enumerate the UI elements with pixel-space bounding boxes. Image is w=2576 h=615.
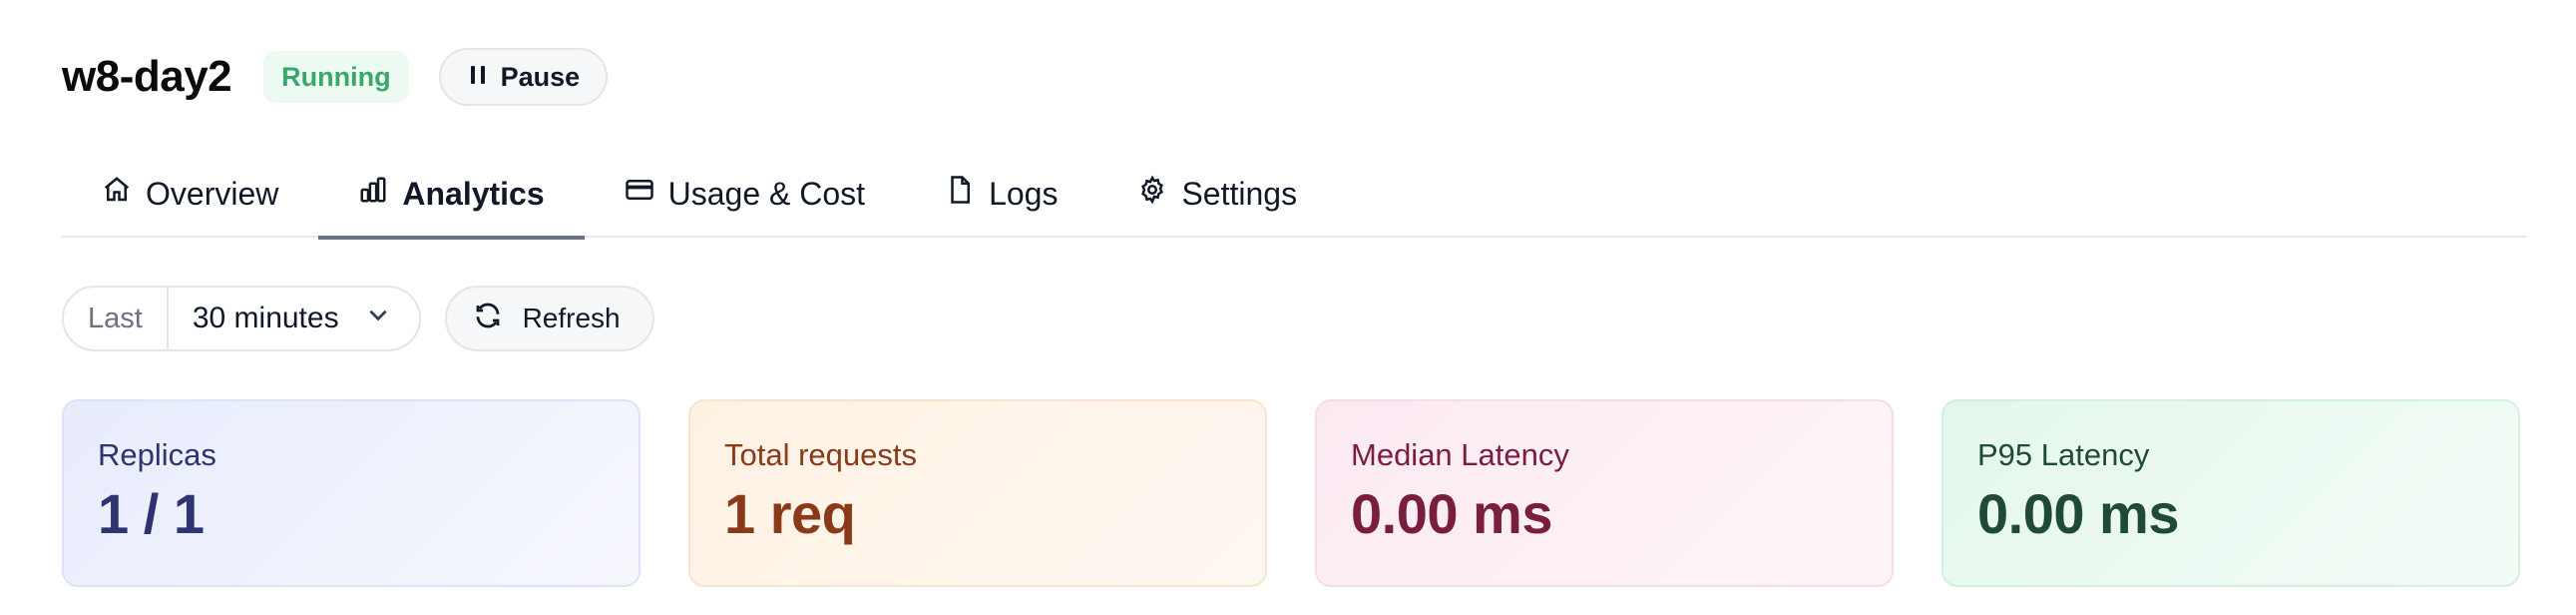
tab-label: Analytics <box>402 175 545 212</box>
gear-icon <box>1137 175 1167 213</box>
tab-label: Settings <box>1181 175 1298 212</box>
tab-usage-cost[interactable]: Usage & Cost <box>585 150 905 238</box>
metric-card-total-requests: Total requests 1 req <box>688 399 1267 587</box>
tab-logs[interactable]: Logs <box>905 150 1097 238</box>
metric-value: 1 / 1 <box>98 482 205 545</box>
pause-icon <box>469 62 487 93</box>
tab-label: Logs <box>989 175 1059 212</box>
refresh-button-label: Refresh <box>522 303 621 333</box>
chevron-down-icon <box>365 302 391 335</box>
metric-value: 1 req <box>724 482 856 545</box>
metric-value: 0.00 ms <box>1351 482 1553 545</box>
header: w8-day2 Running Pause <box>62 46 609 108</box>
metric-card-median-latency: Median Latency 0.00 ms <box>1315 399 1894 587</box>
credit-card-icon <box>625 175 654 213</box>
metric-label: Total requests <box>724 437 917 472</box>
tab-analytics[interactable]: Analytics <box>318 150 585 240</box>
status-badge: Running <box>263 51 409 103</box>
tab-bar: Overview Analytics Usage & Cost Logs Set… <box>62 150 2526 240</box>
metric-label: Replicas <box>98 437 216 472</box>
refresh-icon <box>473 301 503 337</box>
metric-value: 0.00 ms <box>1977 482 2180 545</box>
page-title: w8-day2 <box>62 52 232 101</box>
metric-card-replicas: Replicas 1 / 1 <box>62 399 641 587</box>
bar-chart-icon <box>358 175 388 213</box>
metric-label: Median Latency <box>1351 437 1569 472</box>
page: w8-day2 Running Pause Overview Analytics <box>0 0 2576 615</box>
time-range-picker: Last 30 minutes <box>62 286 421 351</box>
metric-cards: Replicas 1 / 1 Total requests 1 req Medi… <box>62 399 2520 587</box>
time-range-label: Last <box>64 288 169 349</box>
controls-bar: Last 30 minutes Refresh <box>62 286 654 351</box>
tab-label: Usage & Cost <box>667 175 866 212</box>
tab-label: Overview <box>146 175 279 212</box>
pause-button[interactable]: Pause <box>438 48 609 106</box>
time-range-select[interactable]: 30 minutes <box>169 288 419 349</box>
metric-card-p95-latency: P95 Latency 0.00 ms <box>1941 399 2520 587</box>
file-icon <box>945 175 975 213</box>
time-range-value: 30 minutes <box>192 302 339 334</box>
tab-settings[interactable]: Settings <box>1097 150 1337 238</box>
refresh-button[interactable]: Refresh <box>444 286 654 351</box>
tab-overview[interactable]: Overview <box>62 150 318 238</box>
home-icon <box>102 175 132 213</box>
pause-button-label: Pause <box>500 61 581 92</box>
metric-label: P95 Latency <box>1977 437 2150 472</box>
